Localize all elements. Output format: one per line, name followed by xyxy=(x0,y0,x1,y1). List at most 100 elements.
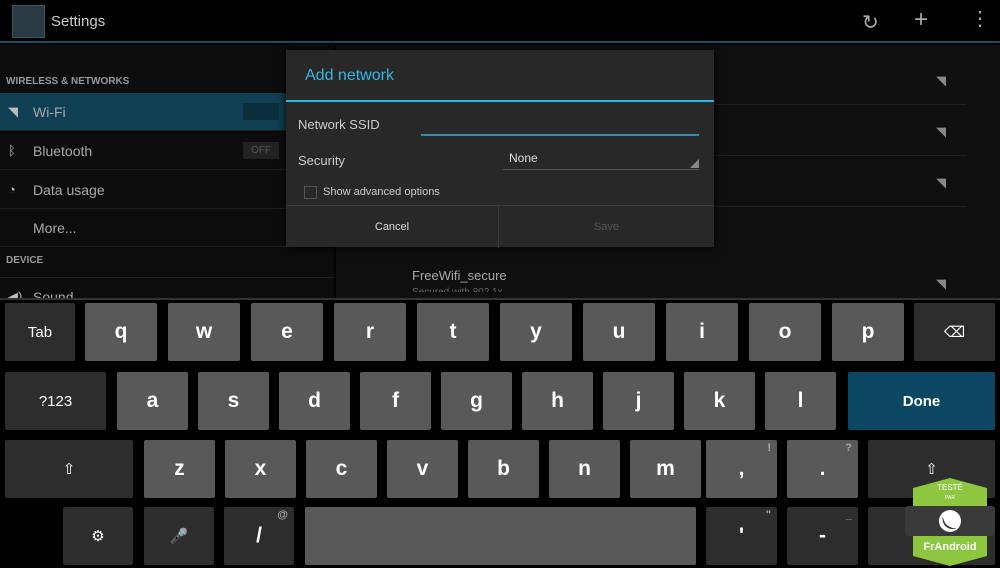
key-q[interactable]: q xyxy=(85,303,157,361)
key-k[interactable]: k xyxy=(684,372,755,430)
key-o[interactable]: o xyxy=(749,303,821,361)
key-label: e xyxy=(281,320,293,343)
comma-key[interactable]: ,! xyxy=(706,440,777,498)
wifi-toggle[interactable] xyxy=(243,103,279,120)
input-settings-icon: ⚙ xyxy=(91,528,105,545)
item-label: Wi-Fi xyxy=(33,104,66,120)
dialog-buttons: Cancel Save xyxy=(286,205,714,248)
dash-key[interactable]: - _ xyxy=(787,507,858,565)
key-n[interactable]: n xyxy=(549,440,620,498)
shift-key[interactable]: ⇧ xyxy=(5,440,133,498)
key-label: / xyxy=(256,524,262,547)
key-label: ?123 xyxy=(38,392,73,410)
key-hint: _ xyxy=(845,509,852,521)
backspace-key[interactable]: ⌫ xyxy=(914,303,995,361)
dropdown-arrow-icon xyxy=(690,159,699,168)
overflow-menu-icon[interactable]: ⋮ xyxy=(970,6,990,31)
add-icon[interactable]: + xyxy=(914,6,928,34)
microphone-key[interactable]: 🎤 xyxy=(144,507,214,565)
tab-key[interactable]: Tab xyxy=(5,303,75,361)
key-d[interactable]: d xyxy=(279,372,350,430)
input-settings-key[interactable]: ⚙ xyxy=(63,507,133,565)
section-header: WIRELESS & NETWORKS xyxy=(6,76,130,87)
key-t[interactable]: t xyxy=(417,303,489,361)
security-dropdown[interactable]: None xyxy=(503,151,699,170)
key-label: h xyxy=(551,389,564,412)
key-s[interactable]: s xyxy=(198,372,269,430)
apostrophe-key[interactable]: ' " xyxy=(706,507,777,565)
security-value: None xyxy=(509,151,538,165)
key-label: t xyxy=(449,320,457,343)
key-r[interactable]: r xyxy=(334,303,406,361)
key-x[interactable]: x xyxy=(225,440,296,498)
add-network-dialog: Add network Network SSID Security None S… xyxy=(286,50,714,248)
item-label: More... xyxy=(33,220,77,236)
key-label: m xyxy=(656,457,675,480)
title-divider xyxy=(286,100,714,102)
svg-text:TESTÉ: TESTÉ xyxy=(937,483,963,492)
done-key[interactable]: Done xyxy=(848,372,995,430)
key-label: n xyxy=(578,457,591,480)
cancel-button[interactable]: Cancel xyxy=(286,206,499,248)
svg-text:FrAndroid: FrAndroid xyxy=(923,541,976,553)
key-label: , xyxy=(738,457,745,480)
key-e[interactable]: e xyxy=(251,303,323,361)
key-a[interactable]: a xyxy=(117,372,188,430)
key-label: v xyxy=(416,457,429,480)
key-l[interactable]: l xyxy=(765,372,836,430)
settings-list: WIRELESS & NETWORKS ◥ Wi-Fi ᛒ Bluetooth OFF… xyxy=(0,45,334,315)
ssid-input[interactable] xyxy=(421,120,699,136)
key-label: r xyxy=(365,320,375,343)
sidebar-item-bluetooth[interactable]: ᛒ Bluetooth OFF xyxy=(0,132,334,170)
key-label: o xyxy=(778,320,792,343)
advanced-options-checkbox[interactable] xyxy=(304,186,317,199)
period-key[interactable]: .? xyxy=(787,440,858,498)
key-b[interactable]: b xyxy=(468,440,539,498)
bluetooth-toggle[interactable]: OFF xyxy=(243,142,279,159)
ssid-label: Network SSID xyxy=(298,117,380,132)
key-g[interactable]: g xyxy=(441,372,512,430)
key-h[interactable]: h xyxy=(522,372,593,430)
network-name: FreeWifi_secure xyxy=(412,268,507,283)
sidebar-item-data-usage[interactable]: ◔ Data usage xyxy=(0,171,334,209)
wifi-locked-icon: ◥ xyxy=(936,73,946,88)
key-m[interactable]: m xyxy=(630,440,701,498)
save-button[interactable]: Save xyxy=(500,206,713,248)
backspace-icon: ⌫ xyxy=(943,324,966,341)
item-label: Data usage xyxy=(33,182,105,198)
key-label: w xyxy=(195,320,213,343)
slash-key[interactable]: / @ xyxy=(224,507,294,565)
key-j[interactable]: j xyxy=(603,372,674,430)
shift-icon: ⇧ xyxy=(62,461,76,478)
section-header: DEVICE xyxy=(6,255,44,266)
key-f[interactable]: f xyxy=(360,372,431,430)
wifi-icon: ◥ xyxy=(936,175,946,190)
symbols-key[interactable]: ?123 xyxy=(5,372,106,430)
advanced-options-label[interactable]: Show advanced options xyxy=(323,186,440,198)
key-p[interactable]: p xyxy=(832,303,904,361)
bluetooth-icon: ᛒ xyxy=(8,143,16,158)
svg-text:PAR: PAR xyxy=(945,495,955,501)
app-title: Settings xyxy=(51,13,106,30)
frandroid-badge-logo: TESTÉ PAR FrAndroid xyxy=(905,478,995,566)
network-subtitle: Secured with 802.1x xyxy=(412,287,503,292)
key-z[interactable]: z xyxy=(144,440,215,498)
key-label: Done xyxy=(902,392,941,410)
key-label: - xyxy=(819,524,826,547)
key-v[interactable]: v xyxy=(387,440,458,498)
key-hint: ? xyxy=(845,442,852,454)
key-y[interactable]: y xyxy=(500,303,572,361)
key-label: j xyxy=(635,389,642,412)
key-label: d xyxy=(308,389,321,412)
key-w[interactable]: w xyxy=(168,303,240,361)
dialog-title: Add network xyxy=(305,67,394,84)
sync-icon[interactable]: ↻ xyxy=(862,10,879,35)
key-i[interactable]: i xyxy=(666,303,738,361)
sidebar-item-wifi[interactable]: ◥ Wi-Fi xyxy=(0,93,334,131)
sidebar-item-more[interactable]: More... xyxy=(0,209,334,247)
settings-icon[interactable] xyxy=(12,5,45,38)
space-key[interactable] xyxy=(305,507,696,565)
key-u[interactable]: u xyxy=(583,303,655,361)
key-c[interactable]: c xyxy=(306,440,377,498)
key-label: g xyxy=(470,389,483,412)
